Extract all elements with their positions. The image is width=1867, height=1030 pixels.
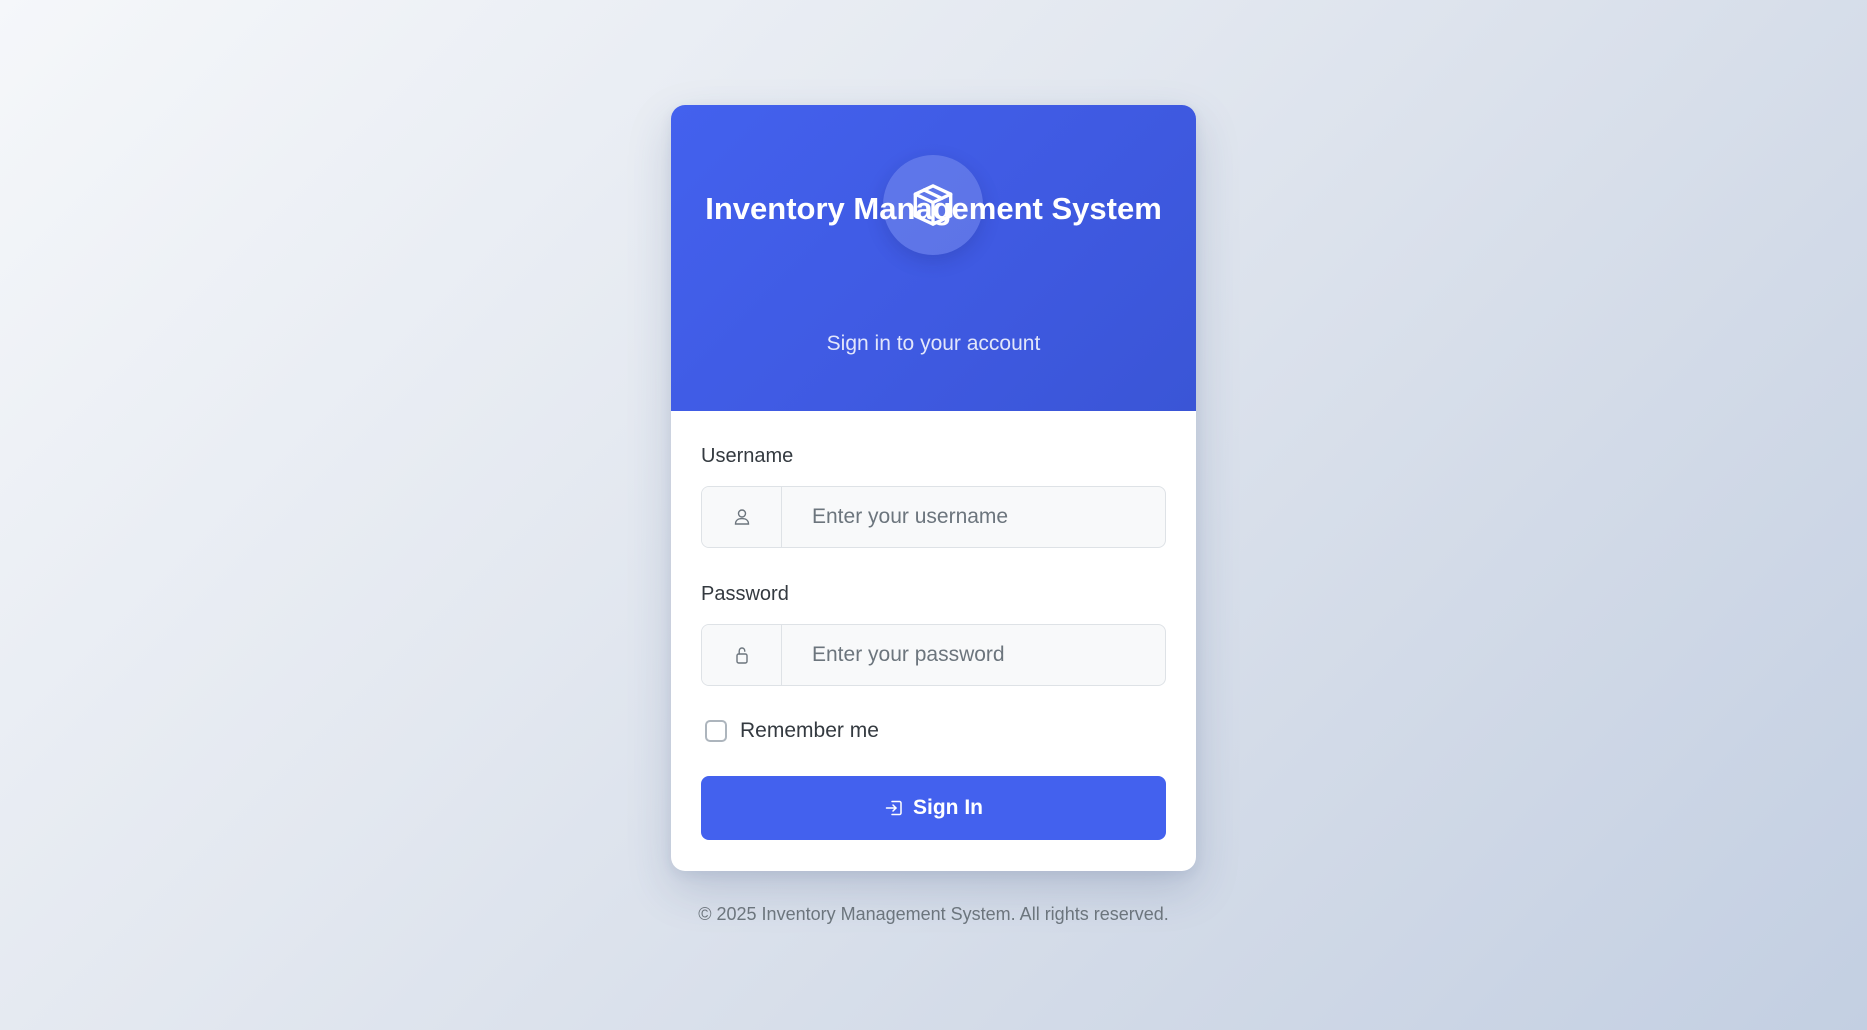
password-input-group bbox=[701, 624, 1166, 686]
username-label: Username bbox=[701, 445, 794, 467]
password-label: Password bbox=[701, 583, 789, 605]
sign-in-label: Sign In bbox=[913, 796, 983, 819]
remember-me-checkbox[interactable] bbox=[705, 720, 727, 742]
sign-in-button[interactable]: Sign In bbox=[701, 776, 1166, 840]
remember-me-row[interactable]: Remember me bbox=[705, 718, 1005, 744]
username-input-group bbox=[701, 486, 1166, 548]
username-addon bbox=[702, 487, 782, 547]
sign-in-icon bbox=[885, 800, 902, 816]
app-subtitle: Sign in to your account bbox=[826, 332, 1041, 355]
remember-me-label[interactable]: Remember me bbox=[740, 718, 879, 744]
lock-icon bbox=[736, 647, 748, 664]
login-card: Inventory Management System Sign in to y… bbox=[671, 105, 1196, 871]
password-input[interactable] bbox=[782, 625, 1165, 685]
user-icon bbox=[734, 509, 750, 525]
password-addon bbox=[702, 625, 782, 685]
username-input[interactable] bbox=[782, 487, 1165, 547]
copyright-footer: © 2025 Inventory Management System. All … bbox=[698, 904, 1169, 924]
login-header: Inventory Management System Sign in to y… bbox=[671, 105, 1196, 411]
app-title: Inventory Management System bbox=[705, 191, 1162, 226]
